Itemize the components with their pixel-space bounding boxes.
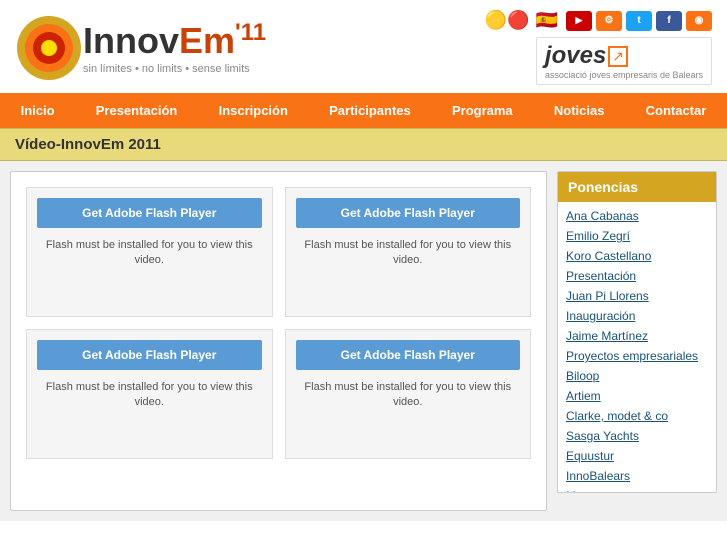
video-cell-4: Get Adobe Flash Player Flash must be ins… bbox=[285, 329, 532, 459]
youtube-icon[interactable]: ▶ bbox=[566, 11, 592, 31]
ponencia-item-10[interactable]: Clarke, modet & co bbox=[558, 406, 716, 426]
nav-item-inicio[interactable]: Inicio bbox=[7, 93, 69, 128]
nav-item-programa[interactable]: Programa bbox=[438, 93, 527, 128]
ponencia-item-4[interactable]: Juan Pi Llorens bbox=[558, 286, 716, 306]
video-cell-2: Get Adobe Flash Player Flash must be ins… bbox=[285, 187, 532, 317]
rss-icon[interactable]: ◉ bbox=[686, 11, 712, 31]
main-content: Get Adobe Flash Player Flash must be ins… bbox=[0, 161, 727, 521]
header: InnovEm'11 sin límites • no limits • sen… bbox=[0, 0, 727, 93]
ponencia-item-12[interactable]: Equustur bbox=[558, 446, 716, 466]
flash-message-2: Flash must be installed for you to view … bbox=[296, 238, 521, 269]
ponencia-item-9[interactable]: Artiem bbox=[558, 386, 716, 406]
ponencia-item-6[interactable]: Jaime Martínez bbox=[558, 326, 716, 346]
nav-item-noticias[interactable]: Noticias bbox=[540, 93, 619, 128]
ponencia-item-0[interactable]: Ana Cabanas bbox=[558, 206, 716, 226]
flash-button-2[interactable]: Get Adobe Flash Player bbox=[296, 198, 521, 228]
nav-item-inscripcion[interactable]: Inscripción bbox=[205, 93, 302, 128]
video-cell-1: Get Adobe Flash Player Flash must be ins… bbox=[26, 187, 273, 317]
video-grid: Get Adobe Flash Player Flash must be ins… bbox=[26, 187, 531, 459]
social-icons: 🟡🔴 🇪🇸 ▶ ⚙ t f ◉ bbox=[485, 10, 712, 31]
ponencias-box: Ponencias Ana Cabanas Emilio Zegrí Koro … bbox=[557, 171, 717, 493]
logo-year: '11 bbox=[235, 19, 266, 46]
nav-item-contactar[interactable]: Contactar bbox=[632, 93, 721, 128]
joves-logo-content: joves ↗ associació joves empresaris de B… bbox=[545, 42, 703, 80]
navigation: Inicio Presentación Inscripción Particip… bbox=[0, 93, 727, 128]
flash-button-1[interactable]: Get Adobe Flash Player bbox=[37, 198, 262, 228]
ponencia-item-8[interactable]: Biloop bbox=[558, 366, 716, 386]
social-people-icon[interactable]: ⚙ bbox=[596, 11, 622, 31]
ponencia-item-3[interactable]: Presentación bbox=[558, 266, 716, 286]
joves-subtitle: associació joves empresaris de Balears bbox=[545, 70, 703, 80]
page-title-bar: Vídeo-InnovEm 2011 bbox=[0, 128, 727, 161]
flash-message-4: Flash must be installed for you to view … bbox=[296, 380, 521, 411]
ponencia-item-11[interactable]: Sasga Yachts bbox=[558, 426, 716, 446]
nav-item-participantes[interactable]: Participantes bbox=[315, 93, 425, 128]
logo-icon bbox=[15, 14, 83, 82]
ponencia-item-14[interactable]: More... bbox=[558, 486, 716, 492]
logo-text-block: InnovEm'11 sin límites • no limits • sen… bbox=[83, 20, 266, 75]
ponencia-item-1[interactable]: Emilio Zegrí bbox=[558, 226, 716, 246]
facebook-icon[interactable]: f bbox=[656, 11, 682, 31]
ponencia-item-7[interactable]: Proyectos empresariales bbox=[558, 346, 716, 366]
joves-external-icon: ↗ bbox=[608, 46, 628, 67]
twitter-icon[interactable]: t bbox=[626, 11, 652, 31]
logo-tagline: sin límites • no limits • sense limits bbox=[83, 63, 266, 75]
flag-spanish-icon[interactable]: 🇪🇸 bbox=[536, 10, 558, 31]
flash-button-4[interactable]: Get Adobe Flash Player bbox=[296, 340, 521, 370]
logo-em: Em bbox=[179, 20, 235, 61]
sidebar: Ponencias Ana Cabanas Emilio Zegrí Koro … bbox=[557, 171, 717, 511]
header-right: 🟡🔴 🇪🇸 ▶ ⚙ t f ◉ joves ↗ associació joves… bbox=[485, 10, 712, 85]
ponencia-item-2[interactable]: Koro Castellano bbox=[558, 246, 716, 266]
page-title: Vídeo-InnovEm 2011 bbox=[15, 136, 712, 153]
logo-title: InnovEm'11 bbox=[83, 20, 266, 61]
video-area: Get Adobe Flash Player Flash must be ins… bbox=[10, 171, 547, 511]
ponencias-list[interactable]: Ana Cabanas Emilio Zegrí Koro Castellano… bbox=[558, 202, 716, 492]
video-cell-3: Get Adobe Flash Player Flash must be ins… bbox=[26, 329, 273, 459]
flag-catalan-icon[interactable]: 🟡🔴 bbox=[485, 10, 530, 31]
joves-logo[interactable]: joves ↗ associació joves empresaris de B… bbox=[536, 37, 712, 85]
ponencia-item-13[interactable]: InnoBalears bbox=[558, 466, 716, 486]
joves-title: joves bbox=[545, 42, 606, 70]
flash-message-3: Flash must be installed for you to view … bbox=[37, 380, 262, 411]
logo-innov: Innov bbox=[83, 20, 179, 61]
flash-message-1: Flash must be installed for you to view … bbox=[37, 238, 262, 269]
flash-button-3[interactable]: Get Adobe Flash Player bbox=[37, 340, 262, 370]
ponencia-item-5[interactable]: Inauguración bbox=[558, 306, 716, 326]
nav-item-presentacion[interactable]: Presentación bbox=[82, 93, 192, 128]
logo-area: InnovEm'11 sin límites • no limits • sen… bbox=[15, 14, 266, 82]
ponencias-header: Ponencias bbox=[558, 172, 716, 202]
